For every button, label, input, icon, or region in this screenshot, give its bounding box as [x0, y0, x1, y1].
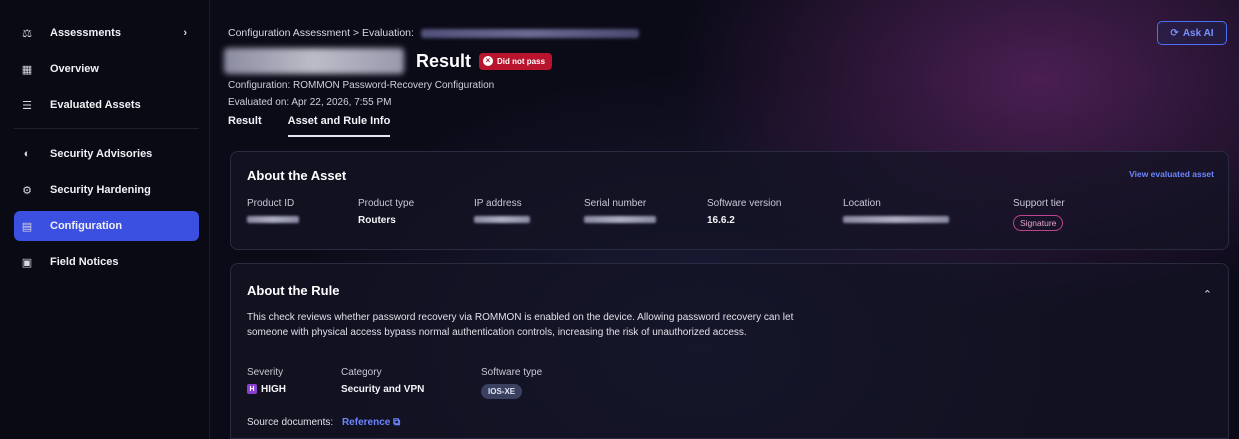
hardening-icon: ⚙ — [22, 184, 32, 197]
main-content: Configuration Assessment > Evaluation: ⟳… — [210, 0, 1239, 439]
source-label: Source documents: — [247, 417, 334, 428]
external-link-icon: ⧉ — [393, 417, 401, 428]
breadcrumb-separator: > — [352, 27, 360, 39]
field-category: Category Security and VPN — [341, 367, 424, 395]
field-software-version: Software version 16.6.2 — [707, 198, 781, 226]
shield-icon: ◐ — [23, 148, 31, 160]
configuration-name: Configuration: ROMMON Password-Recovery … — [228, 80, 495, 91]
evaluated-on: Evaluated on: Apr 22, 2026, 7:55 PM — [228, 97, 392, 108]
tab-bar: Result Asset and Rule Info — [228, 115, 391, 137]
sidebar-item-security-advisories[interactable]: ◐ Security Advisories — [14, 139, 199, 169]
sidebar-item-field-notices[interactable]: ▣ Field Notices — [14, 247, 199, 277]
list-icon: ☰ — [22, 99, 32, 112]
sidebar-item-security-hardening[interactable]: ⚙ Security Hardening — [14, 175, 199, 205]
redacted-serial-number — [584, 216, 656, 223]
rule-card: About the Rule ⌃ This check reviews whet… — [230, 263, 1229, 439]
field-label: Serial number — [584, 198, 647, 209]
redacted-device-name — [224, 48, 404, 74]
rule-card-title: About the Rule — [247, 283, 340, 298]
field-label: Location — [843, 198, 881, 209]
field-label: Severity — [247, 367, 284, 378]
field-label: Software version — [707, 198, 782, 209]
asset-card: About the Asset View evaluated asset Pro… — [230, 151, 1229, 250]
field-location: Location — [843, 198, 949, 226]
sidebar-item-label: Assessments — [50, 27, 121, 39]
sidebar-item-label: Configuration — [50, 220, 123, 232]
field-product-id: Product ID — [247, 198, 299, 226]
sidebar: ⚖ Assessments › ▦ Overview ☰ Evaluated A… — [0, 0, 210, 439]
config-doc-icon: ▤ — [21, 220, 33, 233]
sidebar-item-label: Field Notices — [50, 256, 119, 268]
source-documents: Source documents: Reference ⧉ — [247, 417, 400, 428]
refresh-icon: ⟳ — [1170, 27, 1179, 39]
field-ip-address: IP address — [474, 198, 530, 226]
notice-icon: ▣ — [21, 256, 33, 269]
field-serial-number: Serial number — [584, 198, 656, 226]
page-title: Result — [416, 50, 472, 71]
sidebar-item-overview[interactable]: ▦ Overview — [14, 54, 199, 84]
field-product-type: Product type Routers — [358, 198, 414, 226]
field-label: Category — [341, 367, 382, 378]
rule-description: This check reviews whether password reco… — [247, 312, 794, 338]
asset-card-title: About the Asset — [247, 168, 347, 183]
page-title-row: Result × Did not pass — [224, 48, 553, 74]
field-severity: Severity H HIGH — [247, 367, 286, 395]
redacted-ip-address — [474, 216, 530, 223]
field-value: H HIGH — [247, 384, 286, 395]
tab-asset-and-rule-info[interactable]: Asset and Rule Info — [287, 115, 391, 137]
breadcrumb-current: Evaluation: — [361, 27, 414, 39]
ask-ai-button[interactable]: ⟳ Ask AI — [1157, 21, 1227, 45]
sidebar-item-label: Security Advisories — [50, 148, 153, 160]
software-type-badge: IOS-XE — [481, 384, 523, 399]
reference-label: Reference — [341, 417, 391, 428]
severity-value: HIGH — [261, 384, 286, 395]
status-badge-label: Did not pass — [497, 56, 546, 66]
close-icon: × — [483, 56, 494, 66]
chevron-up-icon[interactable]: ⌃ — [1203, 288, 1212, 301]
sidebar-item-label: Overview — [50, 63, 99, 75]
redacted-product-id — [247, 216, 299, 223]
sidebar-item-configuration[interactable]: ▤ Configuration — [14, 211, 199, 241]
sidebar-item-evaluated-assets[interactable]: ☰ Evaluated Assets — [14, 90, 199, 120]
field-support-tier: Support tier Signature — [1013, 198, 1065, 231]
redacted-evaluation-name — [420, 28, 639, 38]
breadcrumb: Configuration Assessment > Evaluation: — [228, 27, 639, 39]
redacted-location — [843, 216, 949, 223]
field-label: Product type — [358, 198, 415, 209]
field-label: Product ID — [247, 198, 295, 209]
tab-result[interactable]: Result — [228, 115, 262, 137]
support-tier-badge: Signature — [1013, 215, 1064, 231]
severity-high-icon: H — [247, 384, 257, 395]
field-software-type: Software type IOS-XE — [481, 367, 542, 399]
view-evaluated-asset-link[interactable]: View evaluated asset — [1129, 169, 1214, 179]
sidebar-item-label: Security Hardening — [50, 184, 151, 196]
field-label: Software type — [481, 367, 543, 378]
sidebar-divider — [14, 128, 199, 129]
chevron-right-icon[interactable]: › — [183, 27, 187, 39]
scales-icon: ⚖ — [22, 27, 32, 40]
breadcrumb-root[interactable]: Configuration Assessment — [228, 27, 350, 39]
reference-link[interactable]: Reference ⧉ — [342, 417, 400, 428]
sidebar-item-label: Evaluated Assets — [50, 99, 141, 111]
field-value: Routers — [358, 215, 396, 226]
sidebar-item-assessments[interactable]: ⚖ Assessments › — [14, 18, 199, 48]
field-label: Support tier — [1013, 198, 1065, 209]
field-value: 16.6.2 — [707, 215, 735, 226]
ask-ai-label: Ask AI — [1182, 27, 1214, 39]
dashboard-icon: ▦ — [21, 63, 33, 76]
status-badge: × Did not pass — [479, 52, 553, 70]
field-value: Security and VPN — [341, 384, 425, 395]
field-label: IP address — [474, 198, 522, 209]
